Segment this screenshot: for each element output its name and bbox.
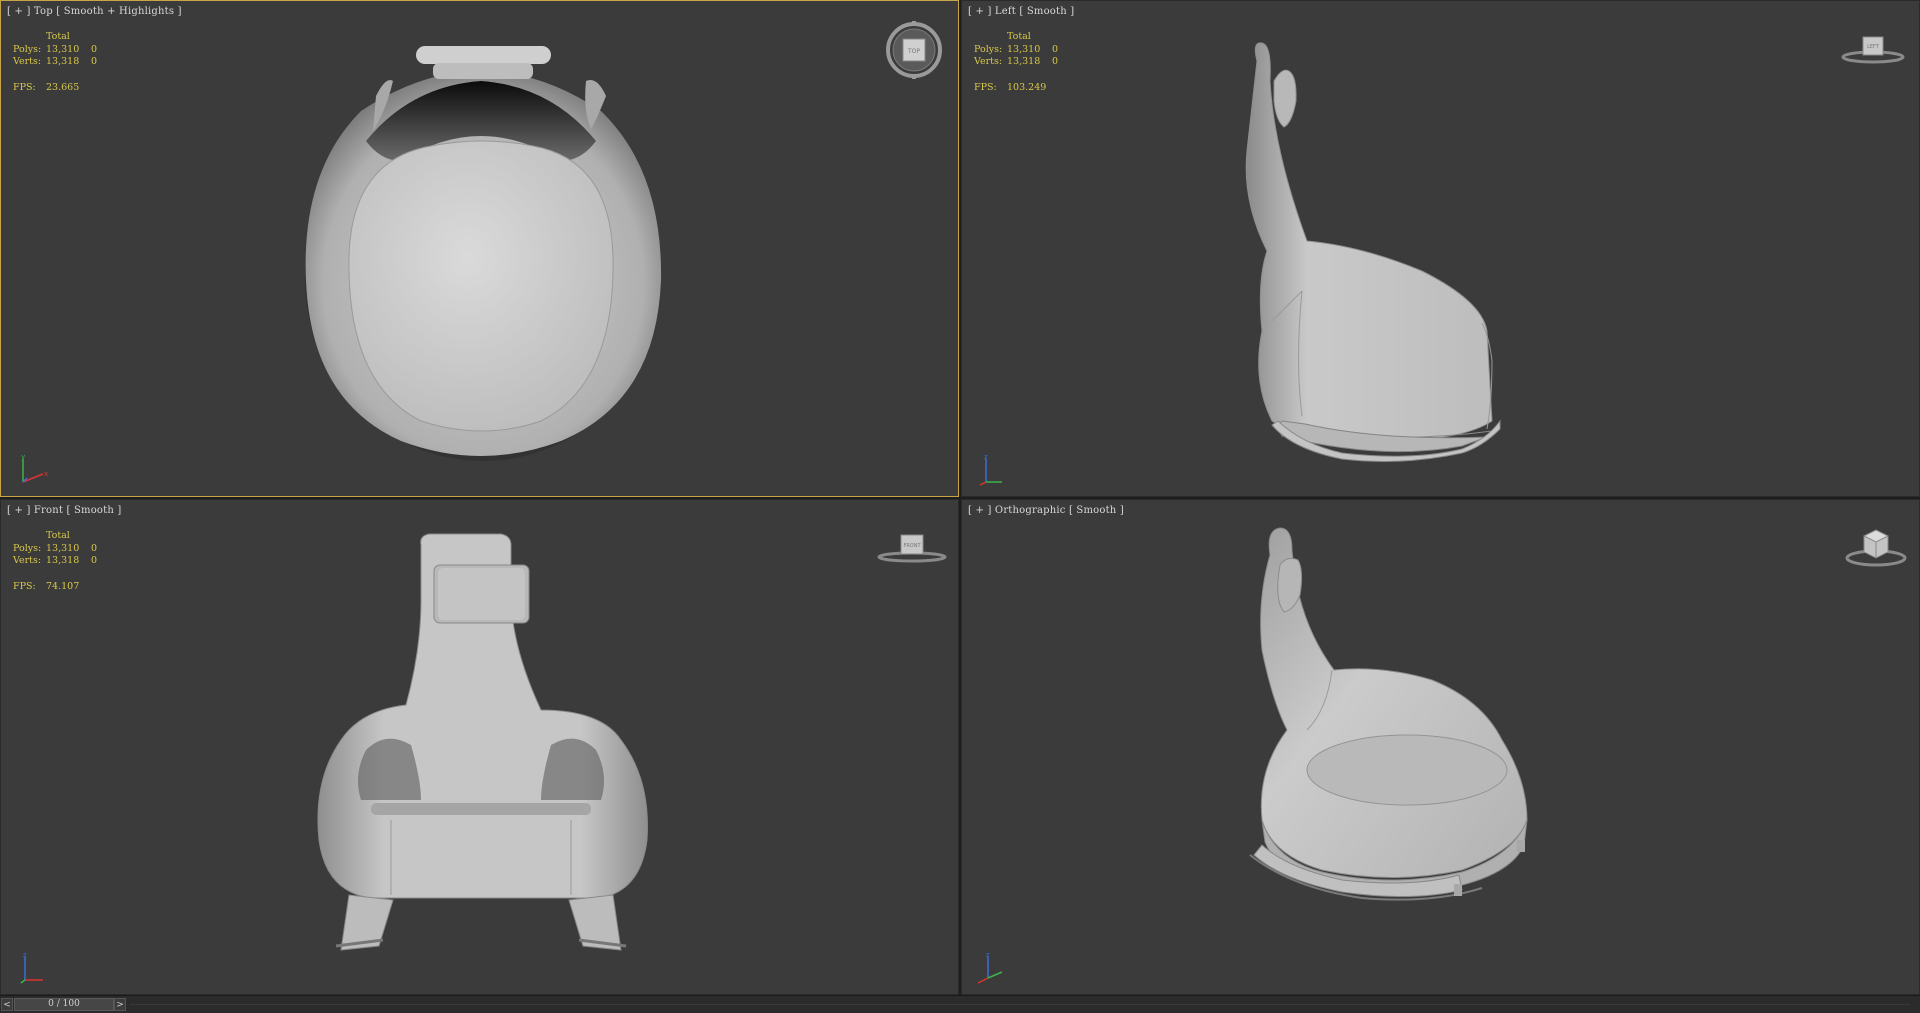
verts-label: Verts: xyxy=(13,555,42,566)
verts-selected: 0 xyxy=(91,555,98,566)
axis-tripod-icon: y x xyxy=(21,454,48,483)
polys-value: 13,310 xyxy=(1007,43,1041,55)
viewcube-icon[interactable]: TOP xyxy=(885,21,943,79)
svg-text:y: y xyxy=(21,454,25,461)
verts-selected: 0 xyxy=(91,56,98,67)
polys-label: Polys: xyxy=(13,43,42,55)
svg-text:z: z xyxy=(986,952,990,959)
viewcube-face-label: FRONT xyxy=(903,543,921,549)
time-slider-thumb[interactable]: 0 / 100 xyxy=(14,998,114,1011)
polys-label: Polys: xyxy=(974,43,1003,55)
stats-header: Total xyxy=(46,31,70,42)
axis-tripod-icon: z xyxy=(977,952,1003,984)
axis-tripod-icon: z xyxy=(20,952,43,984)
axis-tripod-icon: z xyxy=(979,454,1002,486)
chair-left-view xyxy=(1245,42,1501,462)
stats-header: Total xyxy=(46,530,70,541)
viewport-front[interactable]: [ + ] Front [ Smooth ] Total Polys: 13,31… xyxy=(0,499,959,995)
chair-top-view xyxy=(305,46,662,461)
time-prev-button[interactable]: < xyxy=(1,998,13,1011)
time-next-button[interactable]: > xyxy=(114,998,126,1011)
fps-label: FPS: xyxy=(974,81,997,93)
viewport-label[interactable]: [ + ] Orthographic [ Smooth ] xyxy=(968,505,1124,516)
viewcube-icon[interactable]: LEFT xyxy=(1840,27,1906,67)
stats-header: Total xyxy=(1007,31,1031,42)
time-slider-bar: < 0 / 100 > xyxy=(0,995,1920,1013)
fps-value: 23.665 xyxy=(46,81,80,93)
svg-text:x: x xyxy=(44,470,48,478)
polys-label: Polys: xyxy=(13,542,42,554)
viewport-label[interactable]: [ + ] Front [ Smooth ] xyxy=(7,505,122,516)
viewport-label[interactable]: [ + ] Left [ Smooth ] xyxy=(968,6,1074,17)
polys-value: 13,310 xyxy=(46,542,80,554)
viewport-left[interactable]: [ + ] Left [ Smooth ] Total Polys: 13,310… xyxy=(961,0,1920,497)
verts-selected: 0 xyxy=(1052,56,1059,67)
viewcube-icon[interactable]: FRONT xyxy=(877,530,947,564)
viewcube-icon[interactable] xyxy=(1844,522,1908,570)
polys-selected: 0 xyxy=(91,43,98,55)
viewport-orthographic[interactable]: [ + ] Orthographic [ Smooth ] z xyxy=(961,499,1920,995)
stats-overlay: Total Polys: 13,310 0 Verts: 13,318 0 FPS: 10… xyxy=(974,31,1058,94)
verts-value: 13,318 xyxy=(1007,56,1041,67)
viewport-top[interactable]: [ + ] Top [ Smooth + Highlights ] Total … xyxy=(0,0,959,497)
svg-text:z: z xyxy=(23,952,27,959)
chair-front-view xyxy=(317,533,648,951)
viewport-layout: [ + ] Top [ Smooth + Highlights ] Total … xyxy=(0,0,1920,1013)
stats-overlay: Total Polys: 13,310 0 Verts: 13,318 0 FPS: 23… xyxy=(13,31,97,94)
viewport-label[interactable]: [ + ] Top [ Smooth + Highlights ] xyxy=(7,6,182,17)
chair-perspective-view xyxy=(1249,527,1528,901)
verts-value: 13,318 xyxy=(46,555,80,566)
polys-selected: 0 xyxy=(91,542,98,554)
polys-value: 13,310 xyxy=(46,43,80,55)
verts-label: Verts: xyxy=(13,56,42,67)
polys-selected: 0 xyxy=(1052,43,1059,55)
svg-text:z: z xyxy=(984,454,988,461)
verts-value: 13,318 xyxy=(46,56,80,67)
fps-label: FPS: xyxy=(13,81,36,93)
time-track[interactable] xyxy=(130,1004,1910,1005)
fps-value: 103.249 xyxy=(1007,81,1047,93)
fps-value: 74.107 xyxy=(46,580,80,592)
viewcube-face-label: LEFT xyxy=(1867,44,1880,50)
viewcube-face-label: TOP xyxy=(907,48,920,55)
verts-label: Verts: xyxy=(974,56,1003,67)
fps-label: FPS: xyxy=(13,580,36,592)
stats-overlay: Total Polys: 13,310 0 Verts: 13,318 0 FPS: 74… xyxy=(13,530,97,593)
